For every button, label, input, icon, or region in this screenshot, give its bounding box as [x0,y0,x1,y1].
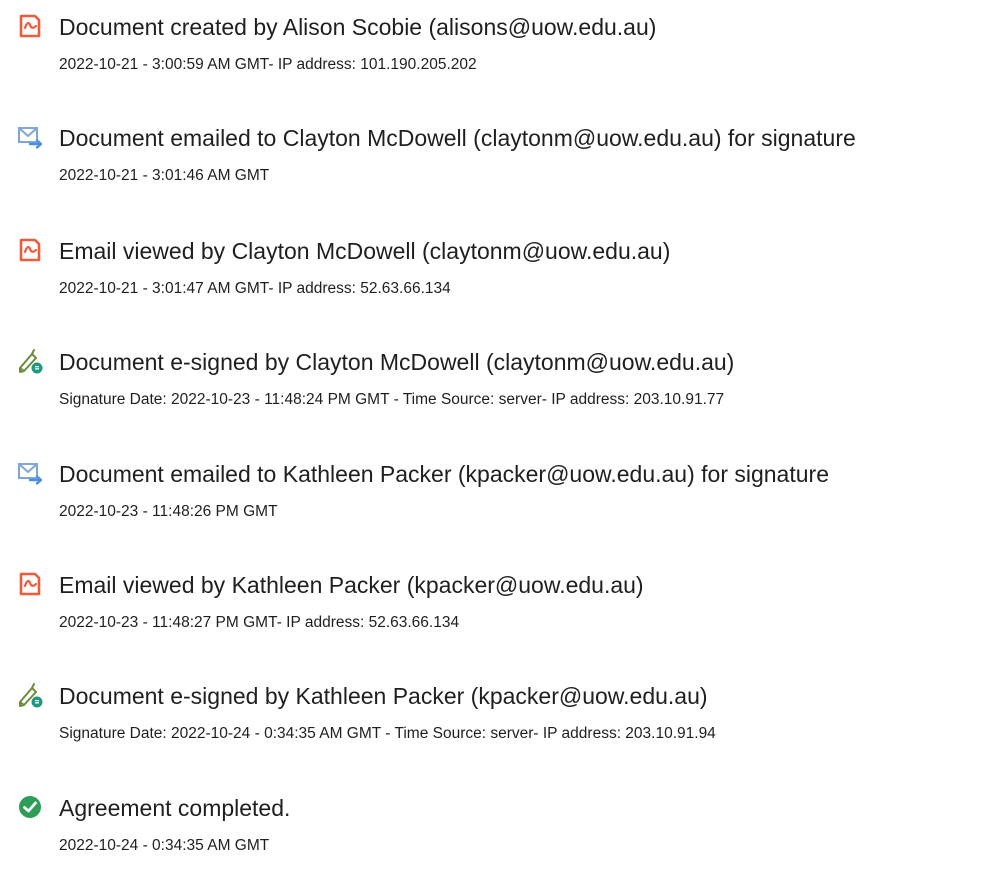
audit-event: Document created by Alison Scobie (aliso… [0,12,985,92]
event-title: Email viewed by Clayton McDowell (clayto… [59,238,671,264]
event-title: Document emailed to Kathleen Packer (kpa… [59,461,829,487]
event-timestamp: 2022-10-21 - 3:00:59 AM GMT- IP address:… [59,56,477,73]
audit-event: Email viewed by Clayton McDowell (clayto… [0,236,985,316]
audit-event: Document e-signed by Kathleen Packer (kp… [0,681,985,761]
checkmark-circle-icon [17,794,43,820]
event-title: Document e-signed by Kathleen Packer (kp… [59,683,708,709]
audit-event: Document emailed to Clayton McDowell (cl… [0,123,985,203]
email-sent-icon [17,460,43,486]
event-title: Email viewed by Kathleen Packer (kpacker… [59,572,644,598]
audit-event: Document e-signed by Clayton McDowell (c… [0,347,985,427]
e-sign-pen-icon [17,348,43,374]
event-timestamp: 2022-10-23 - 11:48:27 PM GMT- IP address… [59,614,460,631]
email-viewed-icon [17,237,43,263]
audit-event: Document emailed to Kathleen Packer (kpa… [0,459,985,539]
document-created-icon [17,13,43,39]
email-viewed-icon [17,571,43,597]
event-timestamp: 2022-10-24 - 0:34:35 AM GMT [59,837,270,854]
event-timestamp: Signature Date: 2022-10-23 - 11:48:24 PM… [59,391,725,408]
e-sign-pen-icon [17,682,43,708]
audit-event-list: Document created by Alison Scobie (aliso… [0,0,985,879]
event-timestamp: 2022-10-21 - 3:01:46 AM GMT [59,167,270,184]
event-title: Document e-signed by Clayton McDowell (c… [59,349,735,375]
email-sent-icon [17,124,43,150]
event-timestamp: 2022-10-23 - 11:48:26 PM GMT [59,503,278,520]
event-title: Document created by Alison Scobie (aliso… [59,14,657,40]
event-title: Document emailed to Clayton McDowell (cl… [59,125,856,151]
audit-event: Email viewed by Kathleen Packer (kpacker… [0,570,985,650]
event-timestamp: Signature Date: 2022-10-24 - 0:34:35 AM … [59,725,716,742]
event-timestamp: 2022-10-21 - 3:01:47 AM GMT- IP address:… [59,280,451,297]
event-title: Agreement completed. [59,795,291,821]
audit-event: Agreement completed. 2022-10-24 - 0:34:3… [0,793,985,873]
